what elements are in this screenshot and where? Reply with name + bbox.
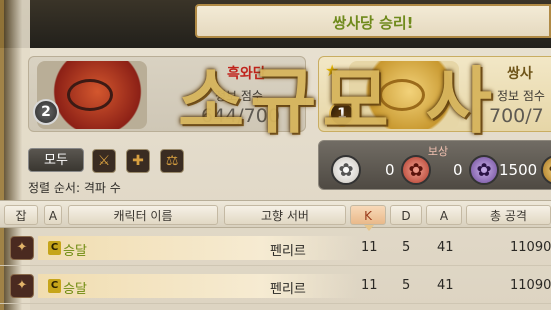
home-server: 펜리르	[270, 282, 306, 297]
team-name: 쌍사	[507, 66, 533, 82]
character-name: 승달	[63, 244, 87, 259]
tank-icon[interactable]: ⚔	[92, 149, 116, 173]
rank-badge: 2	[33, 99, 59, 125]
reward-value: 1500	[499, 161, 538, 179]
kills: 11	[361, 278, 378, 293]
reward-panel: 보상 ✿ 0 ✿ 0 ✿ 1500 ✿	[318, 140, 551, 190]
table-row[interactable]: ✦ C 승달 펜리르 11 5 41 11090	[0, 230, 551, 266]
deaths: 5	[402, 240, 411, 255]
kills: 11	[361, 240, 378, 255]
victory-text: 쌍사당 승리!	[332, 14, 414, 32]
col-job[interactable]: 잡	[4, 205, 38, 225]
job-icon: ✦	[10, 236, 34, 260]
gold-medal-icon: ✿	[541, 155, 551, 185]
table-row[interactable]: ✦ C 승달 펜리르 11 5 41 11090	[0, 268, 551, 304]
healer-icon[interactable]: ✚	[126, 149, 150, 173]
filter-all-button[interactable]: 모두	[28, 148, 84, 172]
character-name: 승달	[63, 282, 87, 297]
purple-medal-icon: ✿	[469, 155, 499, 185]
col-name[interactable]: 캐릭터 이름	[68, 205, 218, 225]
col-a[interactable]: A	[426, 205, 462, 225]
total-damage: 11090	[510, 278, 551, 293]
col-k[interactable]: K	[350, 205, 386, 225]
home-server: 펜리르	[270, 244, 306, 259]
assists: 41	[437, 240, 454, 255]
sort-order-label: 정렬 순서: 격파 수	[28, 181, 121, 195]
col-damage[interactable]: 총 공격	[466, 205, 551, 225]
result-banner: 쌍사당 승리!	[195, 4, 551, 38]
white-medal-icon: ✿	[331, 155, 361, 185]
col-server[interactable]: 고향 서버	[224, 205, 346, 225]
reward-value: 0	[385, 161, 395, 179]
grade-badge: C	[48, 241, 61, 255]
col-grade[interactable]: A	[44, 205, 62, 225]
grade-badge: C	[48, 279, 61, 293]
job-icon: ✦	[10, 274, 34, 298]
reward-value: 0	[453, 161, 463, 179]
col-d[interactable]: D	[390, 205, 422, 225]
table-header: 잡 A 캐릭터 이름 고향 서버 K D A 총 공격	[0, 200, 551, 228]
dps-icon[interactable]: ⚖	[160, 149, 184, 173]
assists: 41	[437, 278, 454, 293]
deaths: 5	[402, 278, 411, 293]
results-window: 쌍사당 승리! 2 흑와단 정보 점수 644/700 ★ 1 쌍사 정보 점수…	[0, 0, 551, 310]
score-label: 정보 점수	[497, 89, 545, 103]
mode-title-overlay: 소규모 사	[178, 58, 499, 143]
total-damage: 11090	[510, 240, 551, 255]
red-medal-icon: ✿	[401, 155, 431, 185]
